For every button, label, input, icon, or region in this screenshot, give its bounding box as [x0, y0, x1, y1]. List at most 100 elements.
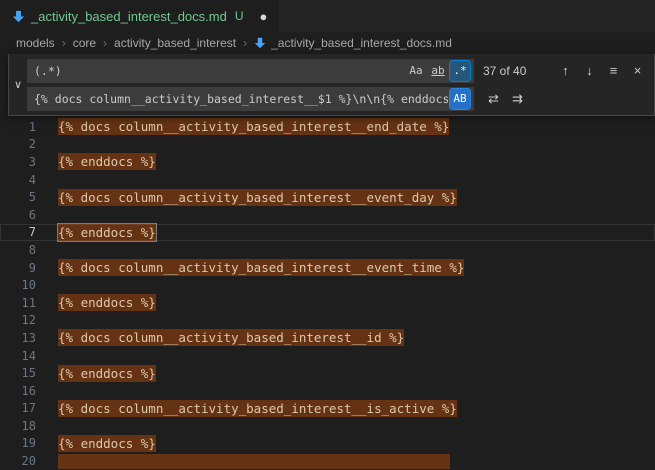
editor-line[interactable]: 20: [0, 452, 655, 470]
editor-line[interactable]: 3 {% enddocs %}: [0, 153, 655, 171]
editor-line[interactable]: 16: [0, 382, 655, 400]
line-text: {% enddocs %}: [58, 435, 156, 453]
modified-dot-icon[interactable]: ●: [260, 9, 268, 24]
replace-all-icon: ⇉: [512, 91, 523, 107]
line-number[interactable]: 4: [0, 173, 36, 187]
tab-label: _activity_based_interest_docs.md: [31, 9, 227, 24]
markdown-file-icon: [254, 37, 266, 49]
find-row: (.*) Aa ab .* 37 of 40 ↑ ↓ ≡ ×: [27, 58, 648, 83]
replace-input[interactable]: {% docs column__activity_based_interest_…: [27, 87, 474, 111]
line-number[interactable]: 7: [0, 225, 36, 239]
line-text: {% docs column__activity_based_interest_…: [58, 400, 457, 418]
match-case-button[interactable]: Aa: [406, 61, 426, 81]
line-number[interactable]: 14: [0, 349, 36, 363]
next-match-button[interactable]: ↓: [579, 60, 600, 81]
replace-all-button[interactable]: ⇉: [507, 88, 528, 109]
line-number[interactable]: 13: [0, 331, 36, 345]
replace-button[interactable]: ⇄: [483, 88, 504, 109]
line-number[interactable]: 2: [0, 137, 36, 151]
regex-button[interactable]: .*: [450, 61, 470, 81]
line-number[interactable]: 5: [0, 190, 36, 204]
line-number[interactable]: 20: [0, 454, 36, 468]
editor-tab[interactable]: _activity_based_interest_docs.md U ●: [0, 0, 279, 32]
tab-bar: _activity_based_interest_docs.md U ●: [0, 0, 655, 32]
find-match-highlight: {% docs column__activity_based_interest_…: [58, 400, 457, 417]
line-text: {% enddocs %}: [58, 294, 156, 312]
line-number[interactable]: 17: [0, 401, 36, 415]
editor[interactable]: 1 {% docs column__activity_based_interest…: [0, 118, 655, 470]
editor-line[interactable]: 11 {% enddocs %}: [0, 294, 655, 312]
line-number[interactable]: 1: [0, 120, 36, 134]
find-match-highlight: {% enddocs %}: [58, 153, 156, 170]
close-find-button[interactable]: ×: [627, 60, 648, 81]
breadcrumb-item-core[interactable]: core: [73, 36, 96, 50]
line-number[interactable]: 8: [0, 243, 36, 257]
editor-line[interactable]: 1 {% docs column__activity_based_interest…: [0, 118, 655, 136]
find-match-highlight: {% docs column__activity_based_interest_…: [58, 118, 449, 135]
line-text: {% docs column__activity_based_interest_…: [58, 259, 464, 277]
editor-lines: 1 {% docs column__activity_based_interest…: [0, 118, 655, 470]
editor-line[interactable]: 4: [0, 171, 655, 189]
line-text: {% enddocs %}: [58, 224, 156, 242]
line-number[interactable]: 6: [0, 208, 36, 222]
find-match-highlight: {% enddocs %}: [58, 435, 156, 452]
editor-line[interactable]: 13 {% docs column__activity_based_interes…: [0, 329, 655, 347]
editor-line[interactable]: 19 {% enddocs %}: [0, 435, 655, 453]
replace-input-value: {% docs column__activity_based_interest_…: [34, 92, 448, 106]
line-number[interactable]: 18: [0, 419, 36, 433]
replace-row: {% docs column__activity_based_interest_…: [27, 86, 648, 111]
breadcrumb: models › core › activity_based_interest …: [0, 32, 655, 54]
line-text: {% docs column__activity_based_interest_…: [58, 329, 404, 347]
git-untracked-badge: U: [235, 9, 244, 23]
editor-line[interactable]: 10: [0, 276, 655, 294]
breadcrumb-separator: ›: [243, 36, 247, 50]
line-number[interactable]: 10: [0, 278, 36, 292]
line-text: {% docs column__activity_based_interest_…: [58, 118, 449, 136]
line-number[interactable]: 11: [0, 296, 36, 310]
arrow-up-icon: ↑: [562, 63, 569, 78]
editor-line[interactable]: 15 {% enddocs %}: [0, 364, 655, 382]
editor-line[interactable]: 8: [0, 241, 655, 259]
find-input[interactable]: (.*) Aa ab .*: [27, 59, 474, 83]
selection-lines-icon: ≡: [610, 63, 618, 78]
editor-line[interactable]: 7 {% enddocs %}: [0, 224, 655, 242]
editor-line[interactable]: 9 {% docs column__activity_based_interest…: [0, 259, 655, 277]
find-input-value: (.*): [34, 64, 404, 78]
find-match-highlight: {% enddocs %}: [58, 365, 156, 382]
breadcrumb-item-file[interactable]: _activity_based_interest_docs.md: [254, 36, 452, 50]
line-number[interactable]: 3: [0, 155, 36, 169]
line-number[interactable]: 9: [0, 261, 36, 275]
line-number[interactable]: 16: [0, 384, 36, 398]
arrow-down-icon: ↓: [586, 63, 593, 78]
editor-line[interactable]: 5 {% docs column__activity_based_interest…: [0, 188, 655, 206]
line-text: {% enddocs %}: [58, 153, 156, 171]
breadcrumb-item-models[interactable]: models: [16, 36, 55, 50]
chevron-down-icon: ∨: [14, 78, 22, 91]
line-text: {% enddocs %}: [58, 364, 156, 382]
line-number[interactable]: 19: [0, 436, 36, 450]
find-match-highlight: [58, 454, 450, 469]
match-count: 37 of 40: [483, 64, 526, 78]
editor-line[interactable]: 18: [0, 417, 655, 435]
line-number[interactable]: 15: [0, 366, 36, 380]
breadcrumb-item-folder[interactable]: activity_based_interest: [114, 36, 236, 50]
editor-line[interactable]: 14: [0, 347, 655, 365]
line-text: [58, 452, 450, 470]
preserve-case-button[interactable]: AB: [450, 89, 470, 109]
editor-line[interactable]: 6: [0, 206, 655, 224]
find-match-highlight: {% enddocs %}: [58, 294, 156, 311]
line-number[interactable]: 12: [0, 313, 36, 327]
editor-line[interactable]: 2: [0, 136, 655, 154]
line-text: {% docs column__activity_based_interest_…: [58, 188, 457, 206]
whole-word-button[interactable]: ab: [428, 61, 448, 81]
find-match-highlight: {% docs column__activity_based_interest_…: [58, 329, 404, 346]
editor-line[interactable]: 17 {% docs column__activity_based_interes…: [0, 400, 655, 418]
editor-line[interactable]: 12: [0, 312, 655, 330]
current-find-match: {% enddocs %}: [58, 224, 156, 241]
find-in-selection-button[interactable]: ≡: [603, 60, 624, 81]
replace-icon: ⇄: [488, 91, 499, 107]
toggle-replace-button[interactable]: ∨: [9, 58, 27, 111]
find-widget: ∨ (.*) Aa ab .* 37 of 40 ↑ ↓ ≡ × {% docs…: [8, 54, 655, 116]
breadcrumb-separator: ›: [103, 36, 107, 50]
previous-match-button[interactable]: ↑: [555, 60, 576, 81]
